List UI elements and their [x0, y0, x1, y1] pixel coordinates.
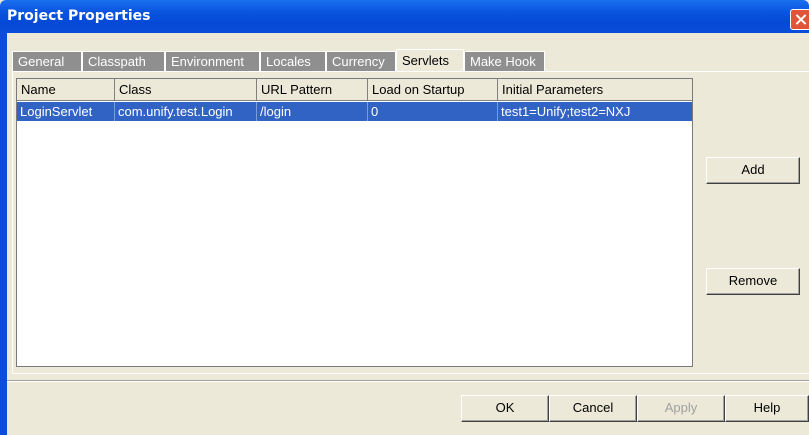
help-label: Help — [753, 400, 781, 415]
column-header-name[interactable]: Name — [17, 79, 115, 101]
tab-environment[interactable]: Environment — [165, 51, 260, 71]
cell-name: LoginServlet — [17, 102, 115, 121]
ok-button[interactable]: OK — [461, 395, 549, 422]
tab-locales[interactable]: Locales — [260, 51, 326, 71]
tab-servlets[interactable]: Servlets — [396, 49, 464, 71]
tab-general[interactable]: General — [12, 51, 82, 71]
table-row[interactable]: LoginServlet com.unify.test.Login /login… — [17, 102, 692, 121]
servlets-table[interactable]: Name Class URL Pattern Load on Startup I… — [16, 78, 693, 367]
window-frame-left — [0, 33, 7, 435]
tab-make-hook[interactable]: Make Hook — [464, 51, 545, 71]
apply-label: Apply — [664, 400, 698, 415]
help-button[interactable]: Help — [725, 395, 809, 422]
footer-separator — [7, 380, 809, 382]
column-header-initial-parameters[interactable]: Initial Parameters — [498, 79, 692, 101]
cell-initial-parameters: test1=Unify;test2=NXJ — [501, 104, 631, 119]
ok-label: OK — [495, 400, 515, 415]
close-icon[interactable] — [790, 9, 809, 30]
window-title: Project Properties — [7, 8, 151, 24]
cell-class: com.unify.test.Login — [115, 102, 257, 121]
remove-button[interactable]: Remove — [706, 268, 800, 295]
cancel-button[interactable]: Cancel — [549, 395, 637, 422]
title-bar[interactable]: Project Properties — [0, 0, 809, 33]
remove-label: Remove — [728, 273, 778, 288]
cell-load-on-startup: 0 — [368, 102, 498, 121]
tab-classpath[interactable]: Classpath — [82, 51, 165, 71]
column-header-load-on-startup[interactable]: Load on Startup — [368, 79, 498, 101]
add-label: Add — [741, 162, 765, 177]
table-header: Name Class URL Pattern Load on Startup I… — [17, 79, 692, 101]
apply-button[interactable]: Apply — [637, 395, 725, 422]
add-button[interactable]: Add — [706, 157, 800, 184]
column-header-class[interactable]: Class — [115, 79, 257, 101]
tab-currency[interactable]: Currency — [326, 51, 396, 71]
cell-url-pattern: /login — [257, 102, 368, 121]
column-header-url-pattern[interactable]: URL Pattern — [257, 79, 368, 101]
cancel-label: Cancel — [572, 400, 614, 415]
